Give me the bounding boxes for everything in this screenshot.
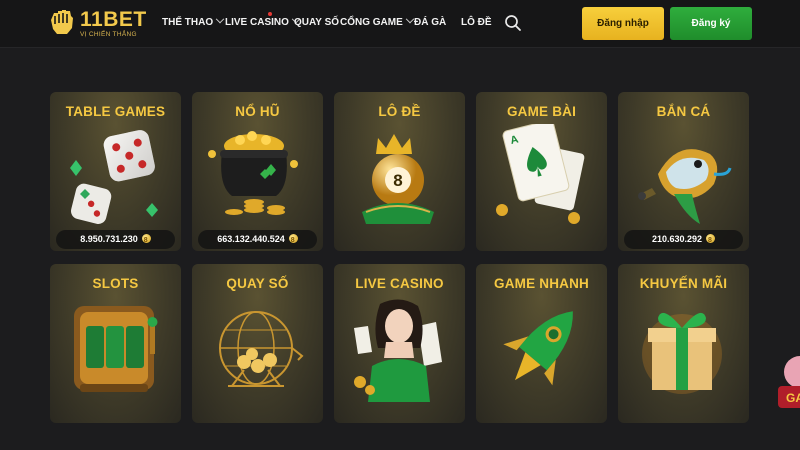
nav-item-label: LIVE CASINO (225, 17, 289, 28)
nav-item-cong-game[interactable]: CỔNG GAME (340, 14, 415, 30)
gold-pot-icon (208, 131, 298, 215)
jackpot-value: 8.950.731.230 (80, 234, 138, 244)
game-card-title: BẮN CÁ (656, 104, 711, 119)
nav-item-label: ĐÁ GÀ (414, 17, 447, 28)
register-button[interactable]: Đăng ký (670, 7, 752, 40)
game-card-title: NỔ HŨ (235, 104, 280, 119)
fish-icon (638, 149, 732, 224)
rocket-icon (503, 311, 573, 386)
notification-dot (268, 12, 272, 16)
jackpot-badge: 210.630.292 (624, 230, 743, 250)
game-card-game-nhanh[interactable]: GAME NHANH (476, 264, 607, 423)
search-icon[interactable] (504, 14, 522, 32)
chevron-down-icon (215, 14, 225, 24)
game-card-title: TABLE GAMES (65, 104, 166, 119)
game-card-table-games[interactable]: TABLE GAMES 8.950.731.230 (50, 92, 181, 251)
game-card-khuyen-mai[interactable]: KHUYẾN MÃI (618, 264, 749, 423)
brand-logo[interactable]: 11BET VỊ CHIẾN THẮNG (48, 6, 148, 40)
coin-icon (141, 231, 151, 250)
nav-item-the-thao[interactable]: THỂ THAO (162, 14, 225, 30)
game-card-quay-so[interactable]: QUAY SỐ (192, 264, 323, 423)
nav-item-lo-de[interactable]: LÔ ĐỀ (461, 16, 492, 30)
login-button[interactable]: Đăng nhập (582, 7, 664, 40)
jackpot-value: 663.132.440.524 (217, 234, 285, 244)
chevron-down-icon (405, 14, 415, 24)
game-card-title: GAME NHANH (494, 276, 589, 291)
lottery-ball-icon: 8 (362, 134, 434, 224)
brand-tagline: VỊ CHIẾN THẮNG (80, 31, 137, 38)
brand-name: 11BET (80, 8, 147, 31)
game-card-slots[interactable]: SLOTS (50, 264, 181, 423)
gift-box-icon (642, 312, 722, 394)
svg-text:GA: GA (786, 391, 800, 405)
fist-logo-icon (51, 10, 73, 34)
game-card-title: GAME BÀI (506, 104, 577, 119)
jackpot-badge: 8.950.731.230 (56, 230, 175, 250)
nav-item-label: LÔ ĐỀ (461, 17, 492, 28)
coin-icon (706, 231, 716, 250)
nav-item-label: CỔNG GAME (340, 17, 403, 28)
coin-icon (288, 231, 298, 250)
game-card-live-casino[interactable]: LIVE CASINO (334, 264, 465, 423)
playing-cards-icon: A (496, 124, 585, 224)
svg-text:8: 8 (393, 171, 402, 190)
nav-item-quay-so[interactable]: QUAY SỐ (294, 16, 339, 30)
game-card-game-bai[interactable]: GAME BÀI A (476, 92, 607, 251)
live-dealer-icon (354, 299, 442, 402)
jackpot-badge: 663.132.440.524 (198, 230, 317, 250)
game-card-title: LIVE CASINO (355, 276, 444, 291)
game-card-no-hu[interactable]: NỔ HŨ 663.132.440.524 (192, 92, 323, 251)
game-card-title: KHUYẾN MÃI (639, 276, 728, 291)
game-card-ban-ca[interactable]: BẮN CÁ 210.630.292 (618, 92, 749, 251)
slot-machine-icon (74, 306, 158, 392)
nav-item-label: QUAY SỐ (294, 17, 340, 28)
floating-promo-icon[interactable]: GA (778, 350, 800, 420)
top-header: 11BET VỊ CHIẾN THẮNG THỂ THAO LIVE CASIN… (0, 0, 800, 48)
game-card-title: SLOTS (92, 276, 139, 291)
game-card-title: LÔ ĐỀ (378, 104, 421, 119)
jackpot-value: 210.630.292 (651, 234, 703, 244)
nav-item-da-ga[interactable]: ĐÁ GÀ (414, 16, 446, 30)
game-card-lo-de[interactable]: LÔ ĐỀ 8 (334, 92, 465, 251)
game-card-title: QUAY SỐ (226, 276, 289, 291)
nav-item-label: THỂ THAO (162, 17, 214, 28)
dice-icon (70, 130, 158, 224)
lottery-cage-icon (219, 311, 304, 387)
nav-item-live-casino[interactable]: LIVE CASINO (225, 14, 301, 30)
